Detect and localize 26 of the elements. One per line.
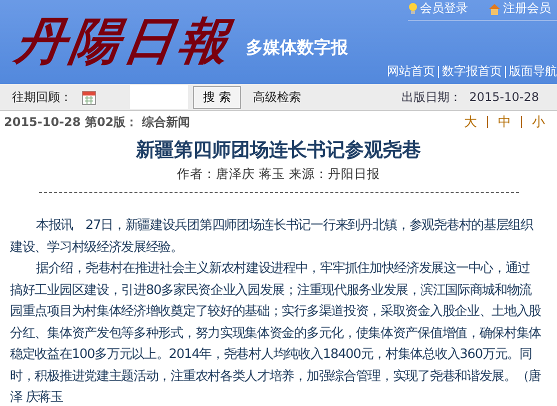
font-size-link[interactable]: 大 xyxy=(456,113,485,131)
edition-date: 2015-10-28 xyxy=(4,115,81,129)
member-link[interactable]: 会员登录 xyxy=(408,0,468,17)
publish-date: 2015-10-28 xyxy=(469,90,539,104)
edition-number: 第02版： xyxy=(84,114,138,130)
member-link[interactable]: 注册会员 xyxy=(488,0,551,17)
calendar-icon[interactable] xyxy=(82,90,96,104)
article-paragraph: 本报讯 27日，新疆建设兵团第四师团场连长书记一行来到丹北镇，参观尧巷村的基层组织建设、学习村级经济发展经验。 xyxy=(10,217,534,256)
article-byline: 作者：唐泽庆 蒋玉 来源：丹阳日报 xyxy=(176,166,381,183)
site-subtitle: 多媒体数字报 xyxy=(246,37,348,59)
article-title: 新疆第四师团场连长书记参观尧巷 xyxy=(134,138,422,163)
font-size-link[interactable]: 中 xyxy=(490,113,519,131)
article-paragraph: 据介绍，尧巷村在推进社会主义新农村建设进程中，牢牢抓住加快经济发展这一中心，通过搞好工业园区建设，引进80多家民资企业入园发展；注重现代服务业发展，滨江国际商城和物流园重点项目为村集体经济增收奠定了较好的基础；实行多渠道投资，采取资金入股企业、土地入股分红、集体资产发包等多种形式，努力实现集体资金的多元化，使集体资产保值增值，确保村集体稳定收益在100多万元以上。2014年，尧巷村人均纯收入18400元，村集体总收入360万元。同时，积极推进党建主题活动，注重农村各类人才培养，加强综合管理，实现了尧巷和谐发展。（唐泽 庆蒋玉 xyxy=(10,260,542,406)
advanced-search-link[interactable]: 高级检索 xyxy=(252,88,301,106)
newspaper-logo: 丹陽日報 xyxy=(11,10,238,72)
search-field[interactable] xyxy=(130,85,188,109)
nav-link[interactable]: 网站首页 xyxy=(387,63,435,80)
font-size-link[interactable]: 小 xyxy=(524,113,553,131)
search-button[interactable]: 搜 索 xyxy=(193,86,241,108)
nav-link[interactable]: 版面导航 xyxy=(509,63,557,80)
publish-label: 出版日期： xyxy=(401,88,462,106)
nav-link[interactable]: 数字报首页 xyxy=(442,63,502,80)
house-icon xyxy=(488,2,501,14)
lightbulb-icon xyxy=(408,2,418,15)
section-name: 综合新闻 xyxy=(142,114,190,130)
archive-label: 往期回顾： xyxy=(11,88,72,106)
